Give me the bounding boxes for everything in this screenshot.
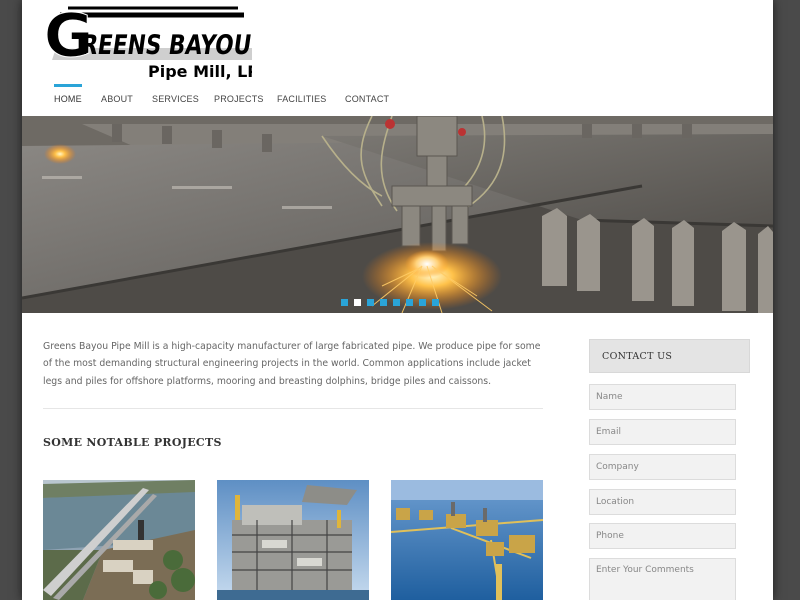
logo-wordmark: REENS BAYOU [79, 30, 252, 61]
nav-projects[interactable]: PROJECTS [214, 84, 264, 115]
phone-field[interactable] [589, 523, 736, 549]
location-field[interactable] [589, 489, 736, 515]
logo-graphic: G REENS BAYOU Pipe Mill, LP [44, 1, 260, 82]
bridge-image [43, 480, 195, 600]
slider-dot[interactable] [341, 299, 348, 306]
site-logo[interactable]: G REENS BAYOU Pipe Mill, LP [42, 1, 260, 82]
nav-about[interactable]: ABOUT [101, 84, 133, 115]
project-thumb-bridge[interactable] [43, 480, 195, 600]
nav-contact[interactable]: CONTACT [345, 84, 389, 115]
nav-services[interactable]: SERVICES [152, 84, 199, 115]
slider-dot[interactable] [380, 299, 387, 306]
section-divider [43, 408, 543, 409]
intro-text: Greens Bayou Pipe Mill is a high-capacit… [43, 341, 541, 387]
hero-slider[interactable] [22, 116, 773, 313]
slider-dots [341, 299, 445, 307]
nav-facilities[interactable]: FACILITIES [277, 84, 327, 115]
slider-dot[interactable] [367, 299, 374, 306]
name-field[interactable] [589, 384, 736, 410]
slider-dot[interactable] [406, 299, 413, 306]
project-thumb-offshore-platform[interactable] [217, 480, 369, 600]
slider-dot[interactable] [419, 299, 426, 306]
slider-dot[interactable] [393, 299, 400, 306]
comments-field[interactable] [589, 558, 736, 600]
project-thumb-offshore-field[interactable] [391, 480, 543, 600]
slider-dot[interactable] [354, 299, 361, 306]
contact-widget-title: CONTACT US [589, 339, 750, 373]
site-header: G REENS BAYOU Pipe Mill, LP [22, 0, 773, 85]
main-nav: HOME ABOUT SERVICES PROJECTS FACILITIES … [22, 84, 773, 116]
projects-heading: SOME NOTABLE PROJECTS [43, 436, 222, 449]
offshore-field-image [391, 480, 543, 600]
company-field[interactable] [589, 454, 736, 480]
contact-title-text: CONTACT US [602, 351, 673, 362]
platform-image [217, 480, 369, 600]
nav-home[interactable]: HOME [54, 84, 82, 115]
page-container: G REENS BAYOU Pipe Mill, LP HOME ABOUT S… [22, 0, 773, 600]
hero-image [22, 116, 773, 313]
logo-subtitle: Pipe Mill, LP [148, 62, 252, 80]
slider-dot[interactable] [432, 299, 439, 306]
email-field[interactable] [589, 419, 736, 445]
